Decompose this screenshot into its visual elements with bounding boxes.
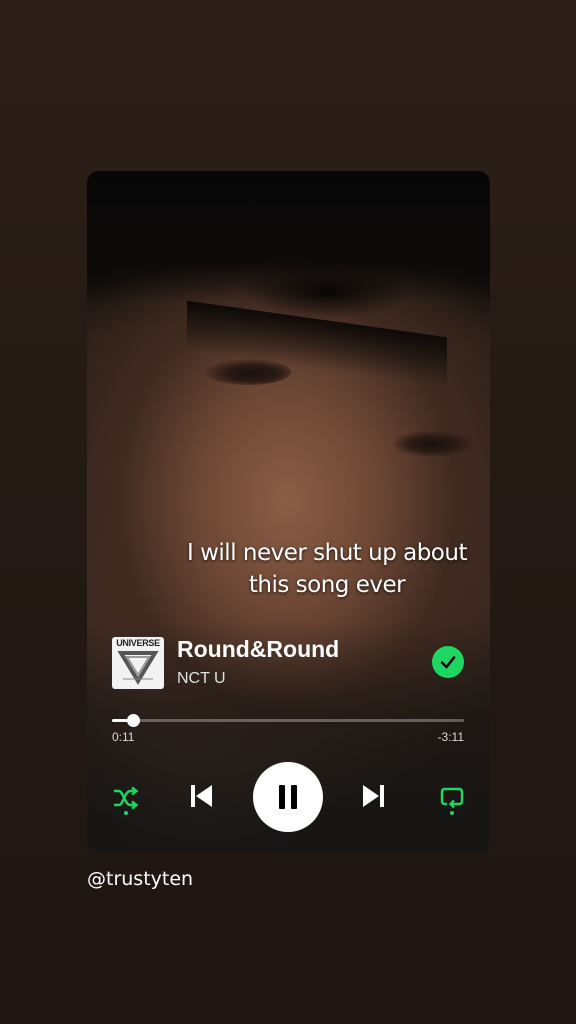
pause-icon <box>279 785 297 809</box>
previous-button[interactable] <box>186 778 216 814</box>
background-photo <box>87 171 490 852</box>
album-cover-icon <box>117 651 159 685</box>
pause-button[interactable] <box>253 762 323 832</box>
album-art[interactable]: UNIVERSE <box>112 637 164 689</box>
skip-previous-icon <box>191 785 212 807</box>
next-button[interactable] <box>359 778 389 814</box>
track-artist[interactable]: NCT U <box>177 670 226 688</box>
liked-check-button[interactable] <box>432 646 464 678</box>
repeat-icon <box>440 787 464 809</box>
repeat-active-dot <box>450 811 454 815</box>
track-title[interactable]: Round&Round <box>177 636 339 663</box>
shuffle-active-dot <box>124 811 128 815</box>
shuffle-button[interactable] <box>109 781 143 815</box>
caption-overlay: I will never shut up about this song eve… <box>187 540 467 598</box>
progress-bar[interactable] <box>112 714 464 727</box>
shuffle-icon <box>114 786 139 810</box>
now-playing-card: I will never shut up about this song eve… <box>87 171 490 852</box>
username-handle: @trustyten <box>87 868 194 890</box>
repeat-button[interactable] <box>435 781 469 815</box>
check-icon <box>440 656 456 669</box>
time-remaining: -3:11 <box>437 730 464 744</box>
skip-next-icon <box>363 785 384 807</box>
time-elapsed: 0:11 <box>112 730 135 744</box>
progress-knob[interactable] <box>127 714 140 727</box>
album-art-label: UNIVERSE <box>116 638 160 648</box>
